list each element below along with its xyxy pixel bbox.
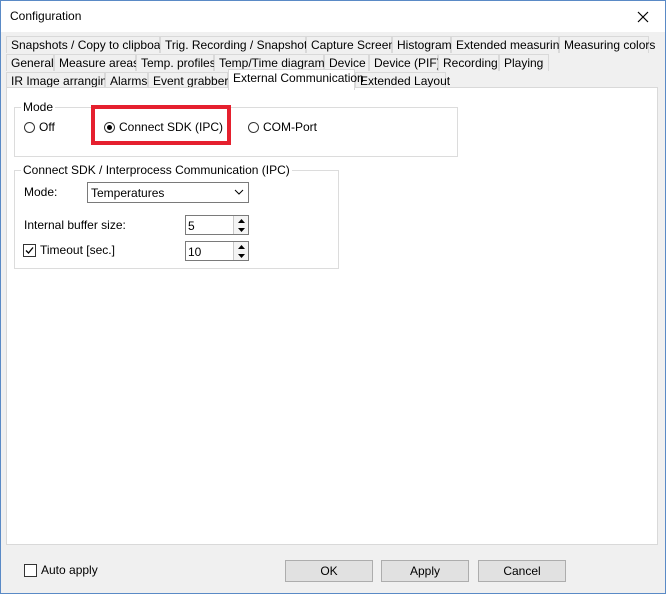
arrow-up-icon (237, 244, 245, 249)
checkmark-icon (25, 246, 34, 254)
close-button[interactable] (621, 1, 665, 32)
radio-off[interactable]: Off (24, 120, 55, 134)
radio-com-port-label: COM-Port (263, 120, 317, 134)
buffer-size-down-button[interactable] (234, 225, 248, 234)
auto-apply-checkbox[interactable]: Auto apply (24, 563, 98, 577)
buffer-size-value: 5 (188, 219, 195, 233)
radio-off-circle[interactable] (24, 121, 35, 133)
radio-connect-sdk-circle[interactable] (104, 121, 115, 133)
ipc-group-legend: Connect SDK / Interprocess Communication… (23, 163, 290, 177)
ipc-mode-select[interactable]: Temperatures (87, 182, 249, 203)
arrow-down-icon (237, 227, 245, 232)
tab-recording[interactable]: Recording (438, 54, 499, 71)
chevron-down-icon (234, 189, 244, 195)
apply-button[interactable]: Apply (381, 560, 469, 582)
buffer-size-spin-buttons (233, 216, 248, 234)
timeout-down-button[interactable] (234, 251, 248, 260)
cancel-button[interactable]: Cancel (478, 560, 566, 582)
mode-group-legend: Mode (23, 100, 54, 114)
arrow-up-icon (237, 218, 245, 223)
tab-extended-measuring[interactable]: Extended measuring (451, 36, 566, 53)
tab-temp-profiles[interactable]: Temp. profiles (136, 54, 216, 71)
mode-group: Mode (14, 100, 458, 157)
configuration-window: Configuration Snapshots / Copy to clipbo… (0, 0, 666, 594)
buffer-size-stepper[interactable]: 5 (185, 215, 249, 235)
tab-measure-areas[interactable]: Measure areas (54, 54, 139, 71)
auto-apply-label: Auto apply (41, 563, 98, 577)
timeout-label: Timeout [sec.] (40, 243, 115, 257)
timeout-spin-buttons (233, 242, 248, 260)
title-bar: Configuration (1, 1, 665, 32)
tab-playing[interactable]: Playing (499, 54, 549, 71)
tab-external-communication[interactable]: External Communication (228, 69, 364, 90)
radio-com-port-circle[interactable] (248, 121, 259, 133)
timeout-checkbox-box[interactable] (23, 243, 36, 257)
radio-connect-sdk-label: Connect SDK (IPC) (119, 120, 224, 134)
timeout-stepper[interactable]: 10 (185, 241, 249, 261)
ok-button[interactable]: OK (285, 560, 373, 582)
tab-capture-screen[interactable]: Capture Screen (306, 36, 395, 53)
external-communication-panel: Mode Off Connect SDK (IPC) COM-Port Conn… (6, 87, 658, 545)
tab-device-pif[interactable]: Device (PIF) (369, 54, 441, 71)
timeout-value: 10 (188, 245, 202, 259)
radio-connect-sdk[interactable]: Connect SDK (IPC) (104, 120, 223, 134)
ipc-mode-label: Mode: (24, 185, 58, 199)
window-title: Configuration (10, 9, 82, 23)
radio-com-port[interactable]: COM-Port (248, 120, 317, 134)
ipc-mode-value: Temperatures (91, 186, 165, 200)
radio-off-label: Off (39, 120, 55, 134)
tab-general[interactable]: General (6, 54, 54, 71)
buffer-size-label: Internal buffer size: (24, 218, 126, 232)
tab-histogram[interactable]: Histogram (392, 36, 452, 53)
tab-measuring-colors[interactable]: Measuring colors (559, 36, 655, 53)
timeout-checkbox[interactable]: Timeout [sec.] (23, 243, 115, 257)
close-icon (637, 11, 649, 22)
arrow-down-icon (237, 253, 245, 258)
auto-apply-checkbox-box[interactable] (24, 563, 37, 577)
tab-snapshots-copy[interactable]: Snapshots / Copy to clipboard (6, 36, 171, 53)
tab-trig-recording[interactable]: Trig. Recording / Snapshots (160, 36, 313, 53)
